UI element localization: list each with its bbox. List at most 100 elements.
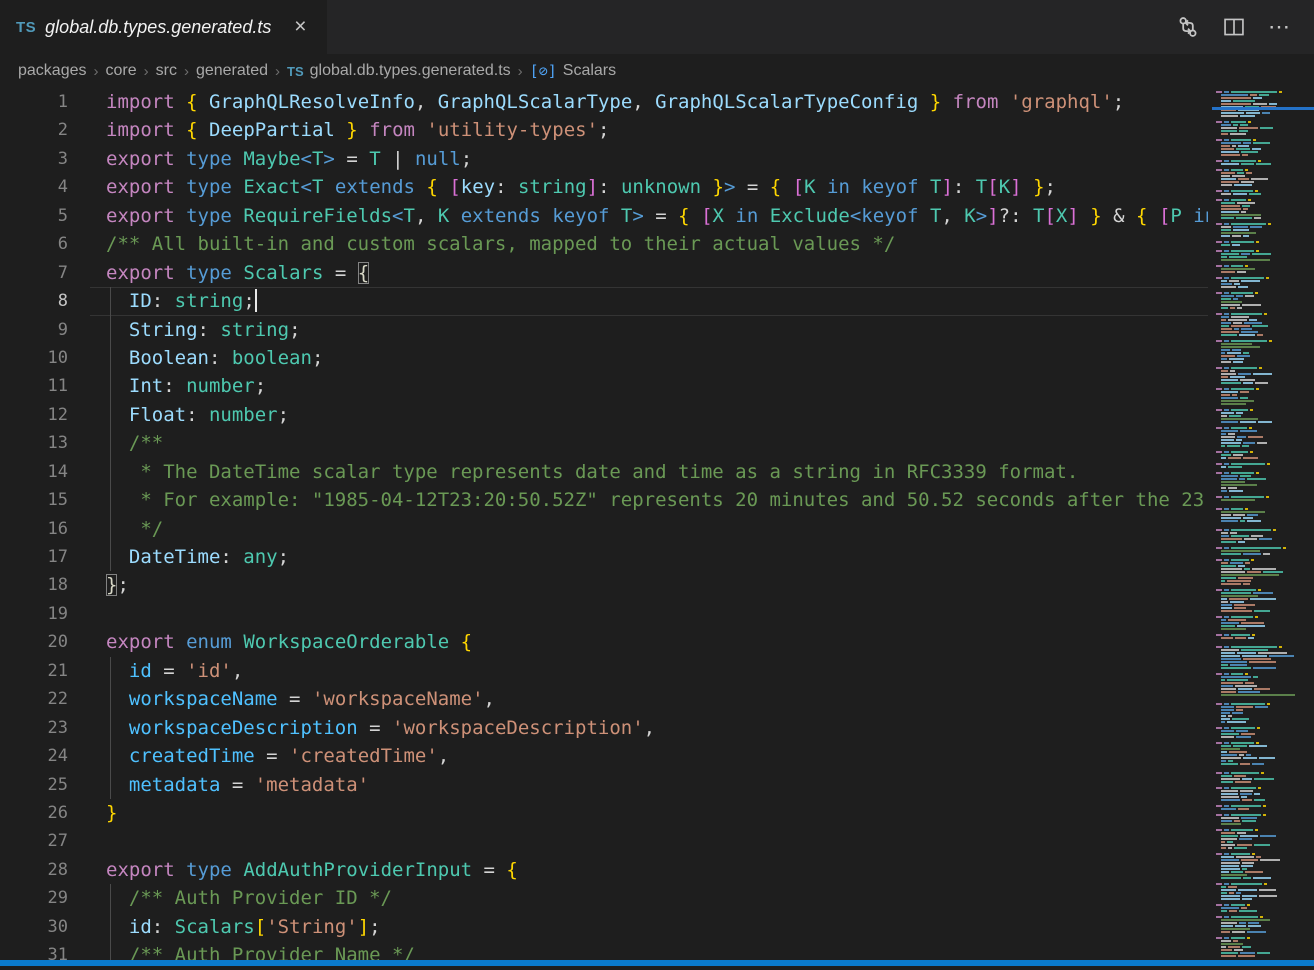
minimap-line: [1221, 124, 1248, 126]
minimap-line: [1221, 817, 1257, 819]
minimap-line: [1221, 316, 1249, 318]
minimap-line: [1221, 838, 1252, 840]
minimap-line: [1221, 358, 1244, 360]
more-actions-icon[interactable]: ⋯: [1268, 15, 1292, 39]
symbol-type-icon: [⊘]: [530, 62, 557, 80]
minimap-line: [1221, 706, 1268, 708]
minimap-line: [1221, 253, 1271, 255]
breadcrumb: packages›core›src›generated›TSglobal.db.…: [0, 54, 1314, 88]
minimap-line: [1221, 142, 1270, 144]
minimap-line: [1221, 418, 1258, 420]
line-number: 9: [0, 316, 106, 344]
minimap-line: [1221, 712, 1243, 714]
minimap-line: [1221, 481, 1245, 483]
minimap-line: [1221, 859, 1280, 861]
minimap-line: [1216, 904, 1250, 906]
open-changes-icon[interactable]: [1176, 15, 1200, 39]
line-number: 19: [0, 600, 106, 628]
line-number: 7: [0, 259, 106, 287]
code-editor[interactable]: 1234567891011121314151617181920212223242…: [0, 88, 1314, 961]
minimap-line: [1221, 487, 1237, 489]
code-line: /** Auth Provider ID */: [106, 884, 1208, 912]
minimap-line: [1221, 607, 1246, 609]
minimap-line: [1216, 727, 1260, 729]
minimap-line: [1221, 181, 1254, 183]
minimap-line: [1221, 694, 1295, 696]
minimap-line: [1216, 313, 1267, 315]
breadcrumb-item-src[interactable]: src: [156, 62, 177, 80]
minimap-line: [1221, 955, 1255, 957]
line-number: 25: [0, 771, 106, 799]
minimap-line: [1221, 874, 1247, 876]
minimap-line: [1221, 202, 1255, 204]
minimap-line: [1221, 796, 1247, 798]
indent-guide: [110, 316, 111, 344]
minimap-line: [1221, 280, 1260, 282]
minimap-line: [1221, 226, 1262, 228]
line-number: 27: [0, 827, 106, 855]
minimap-line: [1221, 733, 1255, 735]
minimap-line: [1216, 451, 1253, 453]
breadcrumb-item-packages[interactable]: packages: [18, 62, 87, 80]
minimap[interactable]: [1212, 88, 1314, 961]
minimap-line: [1221, 625, 1265, 627]
code-line: workspaceName = 'workspaceName',: [106, 685, 1208, 713]
minimap-line: [1216, 883, 1267, 885]
minimap-line: [1221, 397, 1248, 399]
minimap-line: [1221, 649, 1268, 651]
minimap-line: [1221, 667, 1276, 669]
minimap-line: [1221, 661, 1276, 663]
minimap-line: [1221, 592, 1273, 594]
code-line: export type RequireFields<T, K extends k…: [106, 202, 1208, 230]
minimap-line: [1221, 604, 1255, 606]
minimap-line: [1221, 514, 1258, 516]
breadcrumb-item-generated[interactable]: generated: [196, 62, 268, 80]
minimap-line: [1221, 454, 1243, 456]
minimap-line: [1216, 772, 1264, 774]
minimap-line: [1221, 391, 1249, 393]
code-line: workspaceDescription = 'workspaceDescrip…: [106, 714, 1208, 742]
code-line: };: [106, 571, 1208, 599]
minimap-line: [1221, 535, 1263, 537]
breadcrumb-item-file[interactable]: global.db.types.generated.ts: [310, 62, 511, 80]
minimap-line: [1221, 676, 1258, 678]
minimap-line: [1216, 616, 1258, 618]
minimap-line: [1221, 211, 1246, 213]
minimap-line: [1221, 538, 1272, 540]
minimap-line: [1221, 892, 1241, 894]
minimap-line: [1221, 847, 1247, 849]
minimap-line: [1216, 265, 1248, 267]
minimap-line: [1221, 331, 1258, 333]
minimap-line: [1216, 139, 1256, 141]
minimap-line: [1221, 583, 1250, 585]
code-line: createdTime = 'createdTime',: [106, 742, 1208, 770]
minimap-line: [1221, 295, 1254, 297]
line-number: 13: [0, 429, 106, 457]
minimap-line: [1216, 190, 1258, 192]
minimap-line: [1221, 748, 1240, 750]
minimap-line: [1221, 430, 1257, 432]
code-line: export type Scalars = {: [106, 259, 1208, 287]
line-number: 17: [0, 543, 106, 571]
minimap-line: [1221, 442, 1267, 444]
minimap-line: [1216, 547, 1286, 549]
tab-close-button[interactable]: ×: [287, 14, 313, 40]
line-number: 12: [0, 401, 106, 429]
line-number: 21: [0, 657, 106, 685]
breadcrumb-item-symbol[interactable]: Scalars: [563, 62, 616, 80]
minimap-line: [1221, 373, 1272, 375]
minimap-line: [1221, 163, 1271, 165]
minimap-line: [1221, 862, 1254, 864]
tab-global-db-types-generated[interactable]: TS global.db.types.generated.ts ×: [0, 0, 327, 54]
minimap-line: [1221, 679, 1248, 681]
minimap-line: [1221, 466, 1242, 468]
minimap-line: [1221, 433, 1235, 435]
minimap-line: [1221, 808, 1249, 810]
breadcrumb-item-core[interactable]: core: [106, 62, 137, 80]
minimap-line: [1216, 292, 1258, 294]
code-content[interactable]: import { GraphQLResolveInfo, GraphQLScal…: [106, 88, 1208, 961]
split-editor-icon[interactable]: [1222, 15, 1246, 39]
line-number: 3: [0, 145, 106, 173]
minimap-line: [1221, 655, 1294, 657]
line-number: 18: [0, 571, 106, 599]
